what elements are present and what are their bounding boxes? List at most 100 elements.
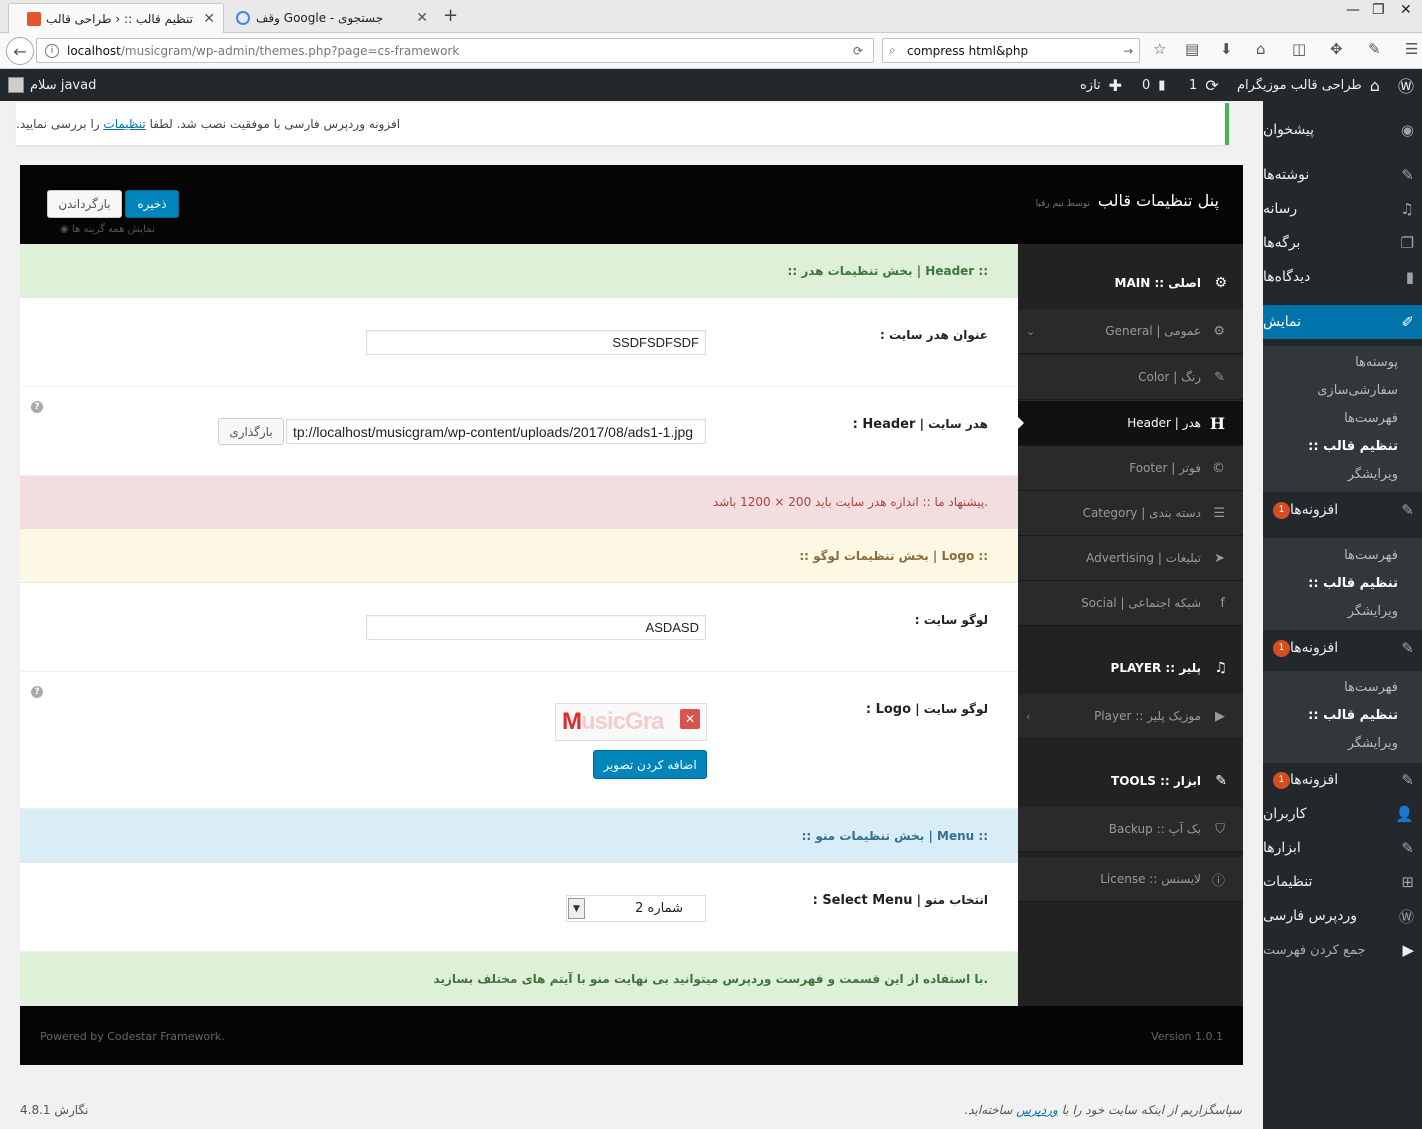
updates-menu[interactable]: 1 ⟳ [1189, 69, 1219, 101]
add-image-button[interactable]: اضافه کردن تصویر [593, 750, 707, 779]
comment-icon: ▮ [1405, 268, 1414, 286]
help-icon[interactable]: ? [31, 401, 43, 413]
info-icon[interactable]: i [45, 43, 59, 58]
menu-label: نوشته‌ها [1263, 167, 1310, 183]
bookmark-star-icon[interactable]: ☆ [1153, 40, 1166, 58]
help-icon[interactable]: ? [31, 686, 43, 698]
nav-player[interactable]: ‹ Player :: موزیک پلیر ▶ [1018, 694, 1243, 739]
menu-label: کاربران [1263, 806, 1307, 822]
expand-all-label: نمایش همه گزینه ها [71, 224, 155, 235]
submenu-item[interactable]: فهرست‌ها [1263, 673, 1422, 701]
search-bar[interactable]: ⌕ compress html&php → [882, 38, 1140, 63]
plugin-icon: ✎ [1401, 639, 1414, 657]
menu-pages[interactable]: ❐ برگه‌ها [1263, 226, 1422, 260]
save-button[interactable]: ذخیره [125, 190, 179, 218]
menu-appearance[interactable]: ✐ نمایش [1255, 305, 1422, 339]
back-arrow-icon[interactable]: ← [6, 37, 34, 65]
home-icon[interactable]: ⌂ [1256, 40, 1266, 58]
account-menu[interactable]: سلام javad [8, 69, 96, 101]
comments-menu[interactable]: 0 ▮ [1142, 69, 1165, 101]
wordpress-logo-icon[interactable]: Ⓦ [1398, 69, 1414, 101]
nav-social[interactable]: Social | شبکه اجتماعی f [1018, 581, 1243, 626]
submenu-item[interactable]: :: تنظیم قالب [1263, 569, 1422, 597]
menu-icon[interactable]: ☰ [1405, 40, 1418, 58]
reset-button[interactable]: بازگرداندن [47, 190, 122, 218]
settings-link[interactable]: تنظیمات [103, 117, 145, 131]
menu-persian-wp[interactable]: Ⓦ وردپرس فارسی [1263, 899, 1422, 933]
wp-version: نگارش 4.8.1 [20, 1103, 89, 1117]
submenu-item[interactable]: ویرایشگر [1263, 460, 1422, 488]
nav-license[interactable]: License :: لایسنس ⓘ [1018, 857, 1243, 902]
submenu-item[interactable]: :: تنظیم قالب [1263, 432, 1422, 460]
wordpress-link[interactable]: وردپرس [1016, 1103, 1058, 1117]
download-icon[interactable]: ⬇ [1220, 40, 1233, 58]
field-label: هدر سایت | Header : [852, 417, 988, 432]
submenu-item[interactable]: ویرایشگر [1263, 729, 1422, 757]
new-tab-button[interactable]: + [443, 5, 458, 26]
go-arrow-icon[interactable]: → [1123, 44, 1133, 58]
restore-icon[interactable]: ❐ [1372, 2, 1385, 18]
nav-label: License :: لایسنس [1100, 872, 1201, 886]
url-bar[interactable]: i localhost/musicgram/wp-admin/themes.ph… [36, 38, 874, 63]
notice-text-after: را بررسی نمایید. [16, 117, 100, 131]
nav-advertising[interactable]: Advertising | تبلیغات ➤ [1018, 536, 1243, 581]
pocket-icon[interactable]: ◫ [1292, 40, 1306, 58]
site-name-menu[interactable]: طراحی قالب موزیگرام ⌂ [1237, 69, 1380, 101]
menu-media[interactable]: ♫ رسانه [1263, 192, 1422, 226]
media-icon: ♫ [1400, 200, 1414, 218]
dashboard-icon: ◉ [1400, 121, 1414, 139]
browser-tab-active[interactable]: تنظیم قالب :: ‹ طراحی قالب ✕ [8, 3, 224, 33]
new-content-menu[interactable]: تازه ✚ [1080, 69, 1122, 101]
play-icon: ▶ [1215, 708, 1225, 724]
header-url-input[interactable]: tp://localhost/musicgram/wp-content/uplo… [286, 419, 706, 444]
close-window-icon[interactable]: ✕ [1400, 2, 1412, 18]
menu-comments[interactable]: ▮ دیدگاه‌ها [1263, 260, 1422, 294]
extension-icon[interactable]: ✥ [1330, 40, 1343, 58]
menu-label: نمایش [1263, 314, 1302, 330]
logo-preview-image: MusicGra [562, 708, 664, 736]
submenu-item[interactable]: ویرایشگر [1263, 597, 1422, 625]
upload-button[interactable]: بارگذاری [218, 418, 284, 445]
browser-tab[interactable]: وقف Google - جستجوی ✕ [226, 3, 436, 33]
reload-icon[interactable]: ⟳ [853, 44, 863, 58]
menu-plugins[interactable]: ✎ افزونه‌ها 1 [1263, 493, 1422, 527]
greeting: سلام javad [30, 77, 97, 93]
submenu-item[interactable]: پوسته‌ها [1263, 348, 1422, 376]
site-logo-text-input[interactable]: ASDASD [366, 615, 706, 640]
nav-color[interactable]: Color | رنگ ✎ [1018, 355, 1243, 400]
menu-select[interactable]: شماره 2 ▼ [566, 895, 706, 922]
nav-backup[interactable]: Backup :: بک آپ ⛉ [1018, 807, 1243, 852]
nav-label: Player :: موزیک پلیر [1094, 709, 1201, 723]
submenu-item[interactable]: سفارشی‌سازی [1263, 376, 1422, 404]
tools-icon[interactable]: ✎ [1368, 40, 1381, 58]
menu-plugins[interactable]: ✎ افزونه‌ها 1 [1263, 763, 1422, 797]
collapse-icon: ▶ [1402, 941, 1414, 959]
notice-text-before: افزونه وردپرس فارسی با موفقیت نصب شد. لط… [149, 117, 401, 131]
nav-general[interactable]: ⌄ General | عمومی ⚙ [1018, 309, 1243, 354]
menu-dashboard[interactable]: ◉ پیشخوان [1263, 113, 1422, 147]
remove-icon[interactable]: ✕ [680, 709, 700, 729]
site-header-title-input[interactable]: SSDFSDFSDF [366, 330, 706, 355]
user-icon: 👤 [1395, 805, 1414, 823]
nav-header[interactable]: Header | هدر H [1018, 401, 1243, 446]
submenu-item[interactable]: فهرست‌ها [1263, 541, 1422, 569]
menu-settings[interactable]: ⊞ تنظیمات [1263, 865, 1422, 899]
nav-footer[interactable]: Footer | فوتر © [1018, 446, 1243, 491]
close-tab-icon[interactable]: ✕ [416, 10, 428, 26]
menu-users[interactable]: 👤 کاربران [1263, 797, 1422, 831]
chevron-down-icon: ⌄ [1026, 324, 1036, 338]
submenu-item[interactable]: فهرست‌ها [1263, 404, 1422, 432]
nav-category[interactable]: Category | دسته بندی ☰ [1018, 491, 1243, 536]
submenu-item[interactable]: :: تنظیم قالب [1263, 701, 1422, 729]
reading-list-icon[interactable]: ▤ [1185, 40, 1199, 58]
menu-tools[interactable]: ✎ ابزارها [1263, 831, 1422, 865]
collapse-menu[interactable]: ▶ جمع کردن فهرست [1263, 933, 1422, 967]
expand-all-link[interactable]: نمایش همه گزینه ها ◉ [60, 224, 155, 235]
menu-plugins[interactable]: ✎ افزونه‌ها 1 [1263, 631, 1422, 665]
menu-posts[interactable]: ✎ نوشته‌ها [1263, 158, 1422, 192]
plus-icon: ✚ [1108, 75, 1123, 95]
install-notice: افزونه وردپرس فارسی با موفقیت نصب شد. لط… [16, 103, 1229, 145]
header-h-icon: H [1209, 413, 1225, 433]
close-tab-icon[interactable]: ✕ [203, 11, 215, 27]
minimize-icon[interactable]: — [1346, 2, 1360, 18]
